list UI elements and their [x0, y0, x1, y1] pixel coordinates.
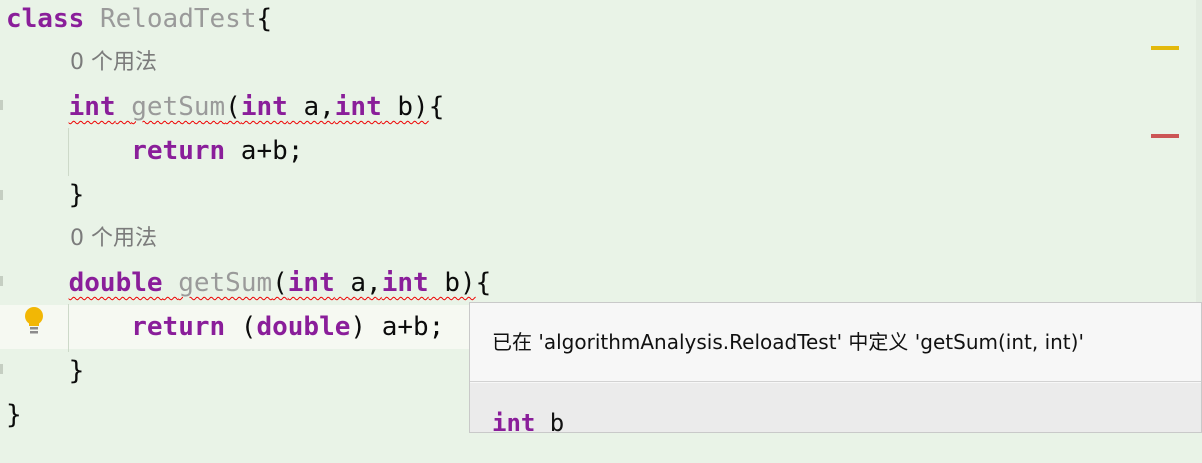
- code-token: getSum: [178, 268, 273, 298]
- usage-hint-line[interactable]: 0 个用法: [0, 217, 1182, 261]
- code-line[interactable]: class ReloadTest{: [0, 0, 1182, 41]
- code-token: int: [381, 268, 429, 298]
- error-stripe-marker[interactable]: [1151, 134, 1179, 138]
- usage-hint[interactable]: 0 个用法: [70, 217, 157, 261]
- code-line[interactable]: return a+b;: [0, 129, 1182, 173]
- code-token: (: [225, 92, 241, 122]
- code-token: }: [6, 400, 22, 430]
- code-token: int: [287, 268, 335, 298]
- usage-hint[interactable]: 0 个用法: [70, 41, 157, 85]
- code-token: ) a+b;: [350, 312, 445, 342]
- code-token: {: [475, 268, 492, 298]
- code-token: a,: [287, 92, 335, 122]
- indent-guide: [68, 128, 69, 176]
- tooltip-message: 已在 'algorithmAnalysis.ReloadTest' 中定义 'g…: [492, 330, 1084, 354]
- code-token: a,: [334, 268, 382, 298]
- code-token: int: [68, 92, 116, 122]
- code-token: b): [381, 92, 429, 122]
- indent-guide: [68, 304, 69, 352]
- fold-marker[interactable]: [0, 100, 3, 110]
- code-token: a+b;: [225, 136, 304, 166]
- lightbulb-icon[interactable]: [22, 306, 46, 336]
- code-token: }: [6, 180, 85, 210]
- usage-hint-line[interactable]: 0 个用法: [0, 41, 1182, 85]
- code-text: class ReloadTest{: [6, 0, 272, 41]
- tooltip-signature: int b: [470, 383, 1201, 437]
- warning-stripe-marker[interactable]: [1151, 46, 1179, 50]
- tooltip-divider: [470, 381, 1201, 382]
- code-line[interactable]: int getSum(int a,int b){: [0, 85, 1182, 129]
- code-token: b): [428, 268, 476, 298]
- code-line[interactable]: }: [0, 173, 1182, 217]
- code-token: {: [256, 4, 273, 34]
- code-token: ReloadTest: [99, 4, 257, 34]
- error-tooltip: 已在 'algorithmAnalysis.ReloadTest' 中定义 'g…: [469, 302, 1202, 437]
- code-token: class: [6, 4, 85, 34]
- fold-marker[interactable]: [0, 190, 3, 200]
- code-text: }: [6, 393, 22, 437]
- code-token: getSum: [131, 92, 226, 122]
- code-line[interactable]: double getSum(int a,int b){: [0, 261, 1182, 305]
- code-token: (: [225, 312, 257, 342]
- code-token: int: [334, 92, 382, 122]
- fold-marker[interactable]: [0, 276, 3, 286]
- code-text: double getSum(int a,int b){: [6, 261, 492, 305]
- code-token: return: [131, 136, 226, 166]
- code-token: (: [272, 268, 288, 298]
- code-token: }: [6, 356, 85, 386]
- code-token: int: [240, 92, 288, 122]
- code-token: {: [428, 92, 445, 122]
- code-token: double: [68, 268, 163, 298]
- code-text: }: [6, 349, 85, 393]
- code-text: }: [6, 173, 85, 217]
- code-text: return a+b;: [6, 129, 303, 173]
- code-text: int getSum(int a,int b){: [6, 85, 445, 129]
- fold-marker[interactable]: [0, 364, 3, 374]
- code-text: return (double) a+b;: [6, 305, 444, 349]
- code-token: return: [131, 312, 226, 342]
- code-token: double: [256, 312, 351, 342]
